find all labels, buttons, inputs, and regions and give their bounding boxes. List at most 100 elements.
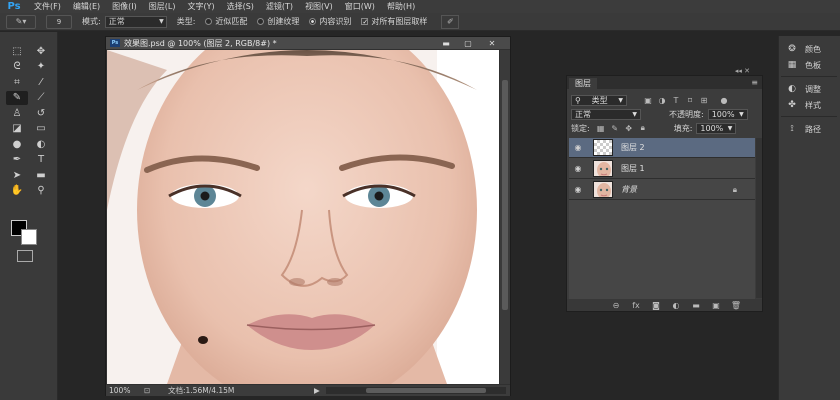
panel-menu-icon[interactable]: ≡: [751, 78, 758, 87]
add-mask-icon[interactable]: ◙: [646, 301, 666, 310]
brush-tool-icon[interactable]: ⟋: [30, 91, 52, 105]
radio-label: 近似匹配: [215, 17, 248, 26]
menu-edit[interactable]: 编辑(E): [67, 1, 106, 12]
close-icon[interactable]: ✕: [482, 38, 502, 48]
spot-healing-tool-icon[interactable]: ✎: [6, 90, 28, 105]
layer-style-icon[interactable]: fx: [626, 301, 646, 310]
opacity-input[interactable]: 100% ▼: [707, 108, 748, 120]
lock-all-icon[interactable]: 🔒︎: [636, 123, 650, 133]
menu-help[interactable]: 帮助(H): [381, 1, 421, 12]
shape-tool-icon[interactable]: ▬: [30, 168, 52, 182]
dock-label: 调整: [805, 84, 821, 94]
chevron-down-icon: ▼: [159, 18, 164, 25]
mode-select[interactable]: 正常 ▼: [104, 15, 167, 28]
spot-healing-brush-icon: ✎▾: [15, 17, 27, 26]
path-selection-tool-icon[interactable]: ➤: [6, 168, 28, 182]
dock-swatches[interactable]: ▦ 色板: [785, 58, 821, 72]
radio-label: 创建纹理: [267, 17, 300, 26]
menu-type[interactable]: 文字(Y): [181, 1, 220, 12]
filter-type-icon[interactable]: T: [669, 96, 683, 105]
filter-toggle-icon[interactable]: ●: [717, 96, 731, 105]
eye-icon[interactable]: ◉: [569, 164, 587, 173]
filter-shape-icon[interactable]: ⌑: [683, 96, 697, 105]
filter-pixel-icon[interactable]: ▣: [641, 96, 655, 105]
dock-paths[interactable]: ⟟ 路径: [785, 122, 821, 136]
pressure-size-button[interactable]: ✐: [441, 14, 460, 29]
layer-list-scrollbar[interactable]: [756, 138, 762, 298]
layer-row[interactable]: ◉ 图层 1: [569, 159, 755, 179]
new-group-icon[interactable]: ▬: [686, 301, 706, 310]
brush-size-picker[interactable]: 9: [46, 14, 72, 29]
dodge-tool-icon[interactable]: ◐: [30, 137, 52, 151]
radio-dot: [309, 18, 317, 25]
new-adjustment-icon[interactable]: ◐: [666, 301, 686, 310]
minimize-icon[interactable]: ▬: [436, 38, 456, 48]
sample-all-layers-checkbox[interactable]: ✓ 对所有图层取样: [361, 16, 427, 27]
background-color-swatch[interactable]: [21, 229, 37, 245]
eyedropper-tool-icon[interactable]: ⁄: [30, 75, 52, 89]
zoom-tool-icon[interactable]: ⚲: [30, 184, 52, 198]
menu-layer[interactable]: 图层(L): [143, 1, 182, 12]
clone-stamp-tool-icon[interactable]: ♙: [6, 106, 28, 120]
link-layers-icon[interactable]: ⊖: [606, 301, 626, 310]
canvas-image[interactable]: [107, 50, 499, 384]
play-arrow-icon[interactable]: ▶: [314, 386, 326, 395]
menu-view[interactable]: 视图(V): [299, 1, 339, 12]
marquee-tool-icon[interactable]: ⬚: [6, 44, 28, 58]
blur-tool-icon[interactable]: ●: [6, 137, 28, 151]
hand-tool-icon[interactable]: ✋: [6, 184, 28, 198]
type-radio-content-aware[interactable]: 内容识别: [309, 16, 351, 27]
filter-adjustment-icon[interactable]: ◑: [655, 96, 669, 105]
move-tool-icon[interactable]: ✥: [30, 44, 52, 58]
eye-icon[interactable]: ◉: [569, 143, 587, 152]
menu-file[interactable]: 文件(F): [28, 1, 67, 12]
scroll-thumb[interactable]: [366, 388, 486, 393]
tool-preset-picker[interactable]: ✎▾: [6, 14, 36, 29]
layer-thumbnail: [593, 160, 613, 177]
zoom-level[interactable]: 100%: [106, 386, 144, 395]
history-brush-tool-icon[interactable]: ↺: [30, 106, 52, 120]
filter-smart-object-icon[interactable]: ⊞: [697, 96, 711, 105]
delete-layer-icon[interactable]: 🗑︎: [726, 301, 746, 310]
crop-tool-icon[interactable]: ⌗: [6, 75, 28, 89]
eye-icon[interactable]: ◉: [569, 185, 587, 194]
menu-filter[interactable]: 滤镜(T): [260, 1, 299, 12]
search-icon: ⚲: [575, 95, 581, 105]
layer-row[interactable]: ◉ 背景 🔒︎: [569, 180, 755, 200]
menu-image[interactable]: 图像(I): [106, 1, 143, 12]
document-title-bar[interactable]: Ps 效果图.psd @ 100% (图层 2, RGB/8#) * ▬ ▢ ✕: [106, 37, 510, 49]
lock-image-icon[interactable]: ✎: [608, 124, 622, 133]
tab-layers[interactable]: 图层: [569, 78, 597, 89]
type-radio-texture[interactable]: 创建纹理: [257, 16, 299, 27]
pen-tool-icon[interactable]: ✒: [6, 153, 28, 167]
blend-mode-select[interactable]: 正常 ▼: [571, 108, 641, 120]
dock-styles[interactable]: ✤ 样式: [785, 98, 821, 112]
dock-color[interactable]: ❂ 颜色: [785, 42, 821, 56]
lasso-tool-icon[interactable]: ᘓ: [6, 60, 28, 74]
type-radio-proximity[interactable]: 近似匹配: [205, 16, 247, 27]
new-layer-icon[interactable]: ▣: [706, 301, 726, 310]
status-menu-icon[interactable]: ⊡: [144, 386, 154, 395]
maximize-icon[interactable]: ▢: [458, 38, 478, 48]
collapse-icon[interactable]: ◂◂ ✕: [735, 67, 750, 75]
scroll-thumb[interactable]: [502, 80, 508, 310]
layer-thumbnail: [593, 139, 613, 156]
quick-mask-button[interactable]: [17, 250, 33, 262]
eraser-tool-icon[interactable]: ◪: [6, 122, 28, 136]
vertical-scrollbar[interactable]: [500, 50, 510, 384]
layer-name: 背景: [621, 185, 637, 194]
gradient-tool-icon[interactable]: ▭: [30, 122, 52, 136]
lock-fill-row: 锁定: ▦ ✎ ✥ 🔒︎ 填充: 100% ▼: [571, 122, 758, 134]
horizontal-scrollbar[interactable]: [326, 387, 506, 394]
magic-wand-tool-icon[interactable]: ✦: [30, 60, 52, 74]
fill-input[interactable]: 100% ▼: [696, 122, 737, 134]
dock-adjustments[interactable]: ◐ 调整: [785, 82, 821, 96]
menu-select[interactable]: 选择(S): [221, 1, 260, 12]
type-tool-icon[interactable]: T: [30, 153, 52, 167]
layer-row[interactable]: ◉ 图层 2: [569, 138, 755, 158]
lock-transparent-icon[interactable]: ▦: [594, 124, 608, 133]
options-bar: ✎▾ 9 模式: 正常 ▼ 类型: 近似匹配 创建纹理 内容识别 ✓ 对所有图层…: [0, 13, 840, 31]
menu-window[interactable]: 窗口(W): [339, 1, 381, 12]
layer-filter-select[interactable]: ⚲ 类型 ▼: [571, 94, 627, 106]
lock-position-icon[interactable]: ✥: [622, 124, 636, 133]
